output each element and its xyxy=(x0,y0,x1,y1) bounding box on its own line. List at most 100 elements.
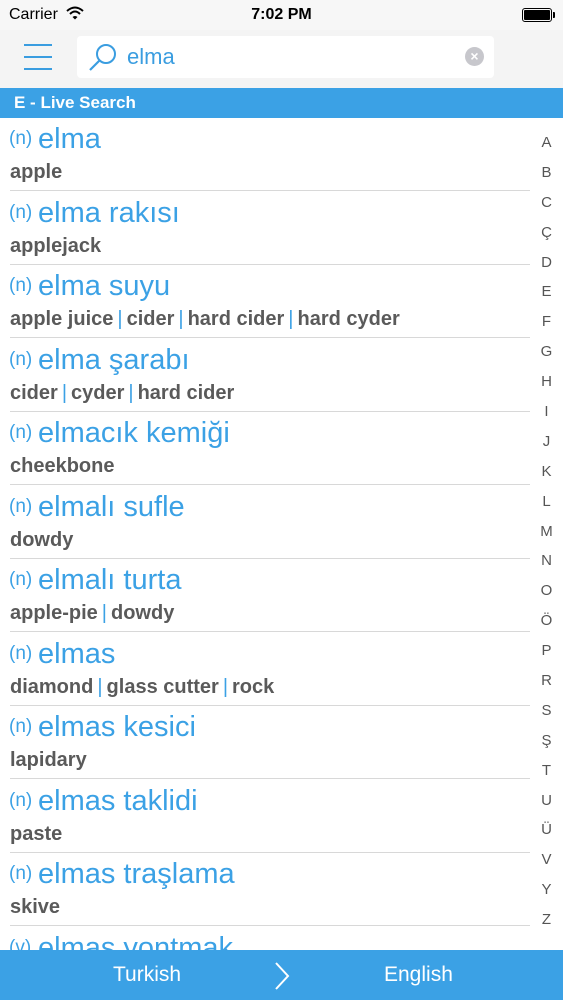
entry-translations: applejack xyxy=(10,235,101,258)
index-letter[interactable]: Ç xyxy=(530,218,563,248)
section-title: E - Live Search xyxy=(14,93,136,112)
language-bar: Turkish English xyxy=(0,950,563,1000)
part-of-speech: (n) xyxy=(9,128,33,149)
entry-term: elmas traşlama xyxy=(38,858,235,890)
part-of-speech: (v) xyxy=(9,936,32,951)
translation: cider xyxy=(10,381,58,404)
list-item[interactable]: (n) elma rakısı applejack xyxy=(0,192,530,265)
list-item[interactable]: (n) elmalı sufle dowdy xyxy=(0,486,530,559)
translation: paste xyxy=(10,822,63,845)
status-bar: Carrier 7:02 PM xyxy=(0,0,563,30)
entry-translations: skive xyxy=(10,896,60,919)
swap-direction-icon[interactable] xyxy=(272,961,292,996)
search-input[interactable] xyxy=(127,44,447,70)
separator: | xyxy=(222,675,229,698)
index-letter[interactable]: Ö xyxy=(530,606,563,636)
target-language-button[interactable]: English xyxy=(384,963,453,987)
translation: cider xyxy=(126,308,175,330)
part-of-speech: (n) xyxy=(9,863,33,884)
list-item[interactable]: (n) elmacık kemiği cheekbone xyxy=(0,412,530,485)
clear-search-icon[interactable]: × xyxy=(465,47,484,66)
translation: skive xyxy=(10,896,61,918)
entry-translations: lapidary xyxy=(10,749,87,772)
index-letter[interactable]: A xyxy=(530,128,563,158)
entry-translations: cider | cyder | hard cider xyxy=(10,382,234,405)
entry-term: elma rakısı xyxy=(38,196,180,229)
entry-translations: apple-pie | dowdy xyxy=(10,602,174,625)
translation: dowdy xyxy=(111,602,175,624)
entry-translations: paste xyxy=(10,823,62,846)
alphabet-index[interactable]: ABCÇDEFGHIJKLMNOÖPRSŞTUÜVYZ xyxy=(530,128,563,935)
search-bar: × xyxy=(77,36,494,78)
index-letter[interactable]: D xyxy=(530,248,563,278)
list-item[interactable]: (n) elmas traşlama skive xyxy=(0,853,530,926)
translation: apple-pie xyxy=(10,602,98,624)
index-letter[interactable]: Z xyxy=(530,905,563,935)
part-of-speech: (n) xyxy=(9,569,33,590)
translation: rock xyxy=(232,675,275,698)
index-letter[interactable]: F xyxy=(530,307,563,337)
clock: 7:02 PM xyxy=(251,6,312,23)
entry-translations: cheekbone xyxy=(10,455,114,478)
index-letter[interactable]: H xyxy=(530,367,563,397)
index-letter[interactable]: J xyxy=(530,427,563,457)
list-item[interactable]: (n) elmas kesici lapidary xyxy=(0,706,530,779)
entry-translations: diamond | glass cutter | rock xyxy=(10,676,274,699)
separator: | xyxy=(61,381,68,404)
translation: hard cyder xyxy=(297,308,400,330)
list-item[interactable]: (n) elma suyu apple juice | cider | hard cider… xyxy=(0,265,530,338)
list-item[interactable]: (n) elmas taklidi paste xyxy=(0,780,530,853)
index-letter[interactable]: U xyxy=(530,786,563,816)
index-letter[interactable]: G xyxy=(530,337,563,367)
translation: cheekbone xyxy=(10,455,115,477)
index-letter[interactable]: N xyxy=(530,546,563,576)
translation: dowdy xyxy=(10,528,74,551)
part-of-speech: (n) xyxy=(9,716,33,737)
entry-term: elmacık kemiği xyxy=(38,417,230,449)
translation: applejack xyxy=(10,234,102,257)
list-item[interactable]: (n) elmalı turta apple-pie | dowdy xyxy=(0,559,530,632)
index-letter[interactable]: I xyxy=(530,397,563,427)
separator: | xyxy=(117,308,123,330)
index-letter[interactable]: P xyxy=(530,636,563,666)
entry-term: elma şarabı xyxy=(38,343,190,376)
index-letter[interactable]: K xyxy=(530,457,563,487)
translation: hard cider xyxy=(137,381,235,404)
list-item[interactable]: (v) elmas yontmak xyxy=(0,927,530,951)
translation: glass cutter xyxy=(106,675,219,698)
entry-term: elmalı turta xyxy=(38,564,182,596)
index-letter[interactable]: T xyxy=(530,756,563,786)
translation: diamond xyxy=(10,675,94,698)
index-letter[interactable]: O xyxy=(530,576,563,606)
list-item[interactable]: (n) elma şarabı cider | cyder | hard cider xyxy=(0,339,530,412)
index-letter[interactable]: R xyxy=(530,666,563,696)
part-of-speech: (n) xyxy=(9,495,33,517)
entry-term: elma suyu xyxy=(38,270,171,302)
separator: | xyxy=(128,381,134,404)
search-icon xyxy=(87,42,119,79)
entry-term: elmas taklidi xyxy=(38,784,198,817)
index-letter[interactable]: Ş xyxy=(530,726,563,756)
part-of-speech: (n) xyxy=(9,275,33,296)
index-letter[interactable]: V xyxy=(530,845,563,875)
hamburger-menu-icon[interactable] xyxy=(24,42,54,72)
translation: cyder xyxy=(71,381,125,404)
index-letter[interactable]: M xyxy=(530,517,563,547)
list-item[interactable]: (n) elmas diamond | glass cutter | rock xyxy=(0,633,530,706)
index-letter[interactable]: Ü xyxy=(530,815,563,845)
index-letter[interactable]: S xyxy=(530,696,563,726)
index-letter[interactable]: C xyxy=(530,188,563,218)
index-letter[interactable]: E xyxy=(530,277,563,307)
source-language-button[interactable]: Turkish xyxy=(113,963,181,987)
index-letter[interactable]: B xyxy=(530,158,563,188)
list-item[interactable]: (n) elma apple xyxy=(0,118,530,191)
section-header: E - Live Search xyxy=(0,88,563,118)
results-list[interactable]: (n) elma apple (n) elma rakısı applejack (n) el… xyxy=(0,118,530,950)
entry-term: elma xyxy=(38,123,101,155)
entry-term: elmas xyxy=(38,637,116,670)
translation: hard cider xyxy=(187,308,285,330)
index-letter[interactable]: L xyxy=(530,487,563,517)
part-of-speech: (n) xyxy=(9,201,33,223)
entry-term: elmas kesici xyxy=(38,711,196,743)
index-letter[interactable]: Y xyxy=(530,875,563,905)
